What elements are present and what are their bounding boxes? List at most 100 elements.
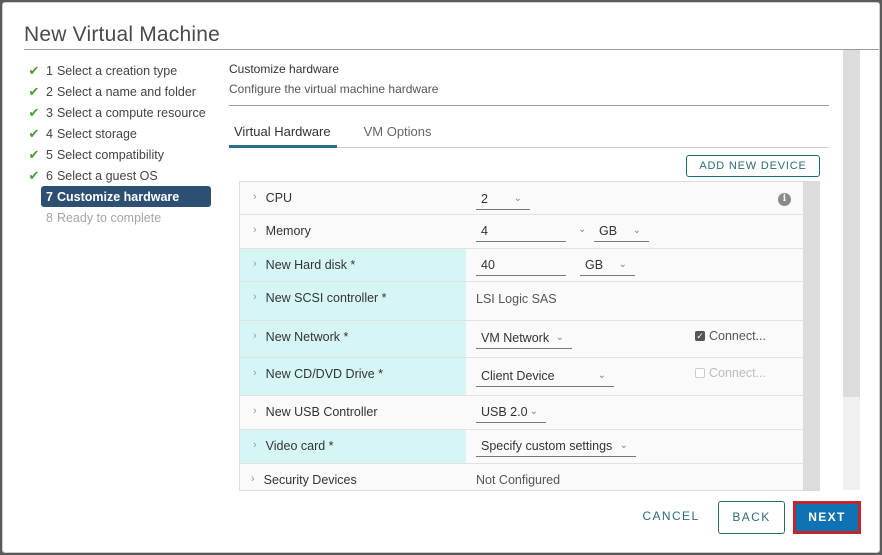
connect-label: Connect...	[709, 366, 766, 380]
expand-security-devices[interactable]: › Security Devices	[240, 464, 466, 490]
expand-memory[interactable]: › Memory	[240, 215, 466, 248]
step-number: 5	[46, 147, 53, 162]
step-label: Select storage	[56, 126, 137, 141]
row-label: New Hard disk *	[265, 258, 356, 272]
checkbox-checked-icon: ✓	[695, 331, 705, 341]
step-number: 7	[46, 189, 53, 204]
chevron-down-icon: ⌄	[513, 193, 522, 204]
hard-disk-unit-select[interactable]: GB ⌄	[580, 254, 635, 276]
step-8: 8 Ready to complete	[26, 207, 216, 228]
step-5[interactable]: ✔ 5 Select compatibility	[26, 144, 216, 165]
expand-network[interactable]: › New Network *	[240, 321, 466, 357]
step-number: 8	[46, 210, 53, 225]
chevron-right-icon: ›	[251, 473, 255, 485]
memory-unit-select[interactable]: GB ⌄	[594, 220, 649, 242]
step-label: Select a name and folder	[56, 84, 196, 99]
expand-usb-controller[interactable]: › New USB Controller	[240, 396, 466, 429]
video-card-select[interactable]: Specify custom settings ⌄	[476, 435, 636, 457]
step-label: Select a compute resource	[56, 105, 206, 120]
wizard-steps: ✔ 1 Select a creation type ✔ 2 Select a name…	[26, 60, 216, 228]
info-icon[interactable]: i	[778, 193, 791, 206]
step-1[interactable]: ✔ 1 Select a creation type	[26, 60, 216, 81]
expand-scsi-controller[interactable]: › New SCSI controller *	[240, 282, 466, 320]
hw-row-cd-dvd-drive: › New CD/DVD Drive * Client Device ⌄ Conne…	[240, 358, 803, 396]
content-subtitle: Configure the virtual machine hardware	[229, 82, 439, 96]
hw-row-cpu: › CPU 2 ⌄ i	[240, 182, 803, 215]
content-title: Customize hardware	[229, 62, 340, 76]
dialog-title: New Virtual Machine	[24, 23, 220, 46]
chevron-down-icon: ⌄	[632, 225, 641, 236]
selected-value: VM Network	[481, 330, 550, 345]
row-label: Video card *	[265, 439, 334, 453]
back-button[interactable]: BACK	[718, 501, 785, 534]
network-select[interactable]: VM Network ⌄	[476, 327, 572, 349]
step-number: 4	[46, 126, 53, 141]
selected-value: GB	[599, 223, 618, 238]
usb-controller-select[interactable]: USB 2.0 ⌄	[476, 401, 546, 423]
hw-row-scsi-controller: › New SCSI controller * LSI Logic SAS	[240, 282, 803, 321]
expand-cd-dvd-drive[interactable]: › New CD/DVD Drive *	[240, 358, 466, 395]
chevron-down-icon: ⌄	[619, 440, 628, 451]
check-icon: ✔	[28, 83, 40, 99]
memory-dropdown-icon[interactable]: ⌄	[578, 224, 586, 235]
step-2[interactable]: ✔ 2 Select a name and folder	[26, 81, 216, 102]
chevron-right-icon: ›	[253, 224, 257, 236]
connect-label: Connect...	[709, 329, 766, 343]
chevron-down-icon: ⌄	[597, 370, 606, 381]
content-divider	[229, 105, 829, 106]
hw-row-usb-controller: › New USB Controller USB 2.0 ⌄	[240, 396, 803, 430]
row-label: New SCSI controller *	[265, 291, 387, 305]
hw-row-security-devices: › Security Devices Not Configured	[240, 464, 803, 490]
row-label: New CD/DVD Drive *	[265, 367, 384, 381]
cancel-button[interactable]: CANCEL	[636, 501, 706, 534]
step-label: Select compatibility	[56, 147, 164, 162]
next-button[interactable]: NEXT	[793, 501, 861, 534]
step-label: Ready to complete	[56, 210, 162, 225]
row-label: Memory	[265, 224, 311, 238]
scsi-controller-value: LSI Logic SAS	[476, 292, 557, 306]
tab-bar: Virtual Hardware VM Options	[229, 122, 829, 148]
content-scrollbar[interactable]	[843, 50, 860, 490]
check-icon: ✔	[28, 104, 40, 120]
memory-input[interactable]: 4	[476, 220, 566, 242]
step-number: 2	[46, 84, 53, 99]
expand-cpu[interactable]: › CPU	[240, 182, 466, 214]
chevron-right-icon: ›	[253, 439, 257, 451]
row-label: Security Devices	[263, 473, 357, 487]
content-scrollbar-thumb[interactable]	[843, 50, 860, 397]
cpu-select[interactable]: 2 ⌄	[476, 188, 530, 210]
content-header: Customize hardware Configure the virtual…	[229, 62, 829, 106]
step-3[interactable]: ✔ 3 Select a compute resource	[26, 102, 216, 123]
row-label: New Network *	[265, 330, 349, 344]
check-icon: ✔	[28, 125, 40, 141]
step-number: 3	[46, 105, 53, 120]
selected-value: GB	[585, 257, 604, 272]
chevron-down-icon: ⌄	[555, 332, 564, 343]
tab-vm-options[interactable]: VM Options	[359, 122, 438, 148]
expand-video-card[interactable]: › Video card *	[240, 430, 466, 463]
title-divider	[24, 49, 879, 50]
step-7-active[interactable]: 7 Customize hardware	[41, 186, 211, 207]
hw-row-memory: › Memory 4 ⌄ GB ⌄	[240, 215, 803, 249]
hardware-list-scrollbar[interactable]	[803, 181, 820, 491]
tab-virtual-hardware[interactable]: Virtual Hardware	[229, 122, 337, 148]
chevron-right-icon: ›	[253, 367, 257, 379]
row-label: New USB Controller	[265, 405, 378, 419]
step-label: Select a creation type	[56, 63, 178, 78]
chevron-down-icon: ⌄	[618, 259, 627, 270]
expand-hard-disk[interactable]: › New Hard disk *	[240, 249, 466, 281]
check-icon: ✔	[28, 62, 40, 78]
step-label: Customize hardware	[56, 189, 180, 204]
step-6[interactable]: ✔ 6 Select a guest OS	[26, 165, 216, 186]
step-4[interactable]: ✔ 4 Select storage	[26, 123, 216, 144]
check-icon: ✔	[28, 167, 40, 183]
cd-dvd-connect-checkbox[interactable]: Connect...	[695, 366, 766, 380]
add-new-device-button[interactable]: ADD NEW DEVICE	[686, 155, 820, 177]
selected-value: 2	[481, 191, 488, 206]
step-label: Select a guest OS	[56, 168, 158, 183]
cd-dvd-select[interactable]: Client Device ⌄	[476, 365, 614, 387]
hard-disk-size-input[interactable]: 40	[476, 254, 566, 276]
network-connect-checkbox[interactable]: ✓ Connect...	[695, 329, 766, 343]
check-icon: ✔	[28, 146, 40, 162]
step-number: 6	[46, 168, 53, 183]
